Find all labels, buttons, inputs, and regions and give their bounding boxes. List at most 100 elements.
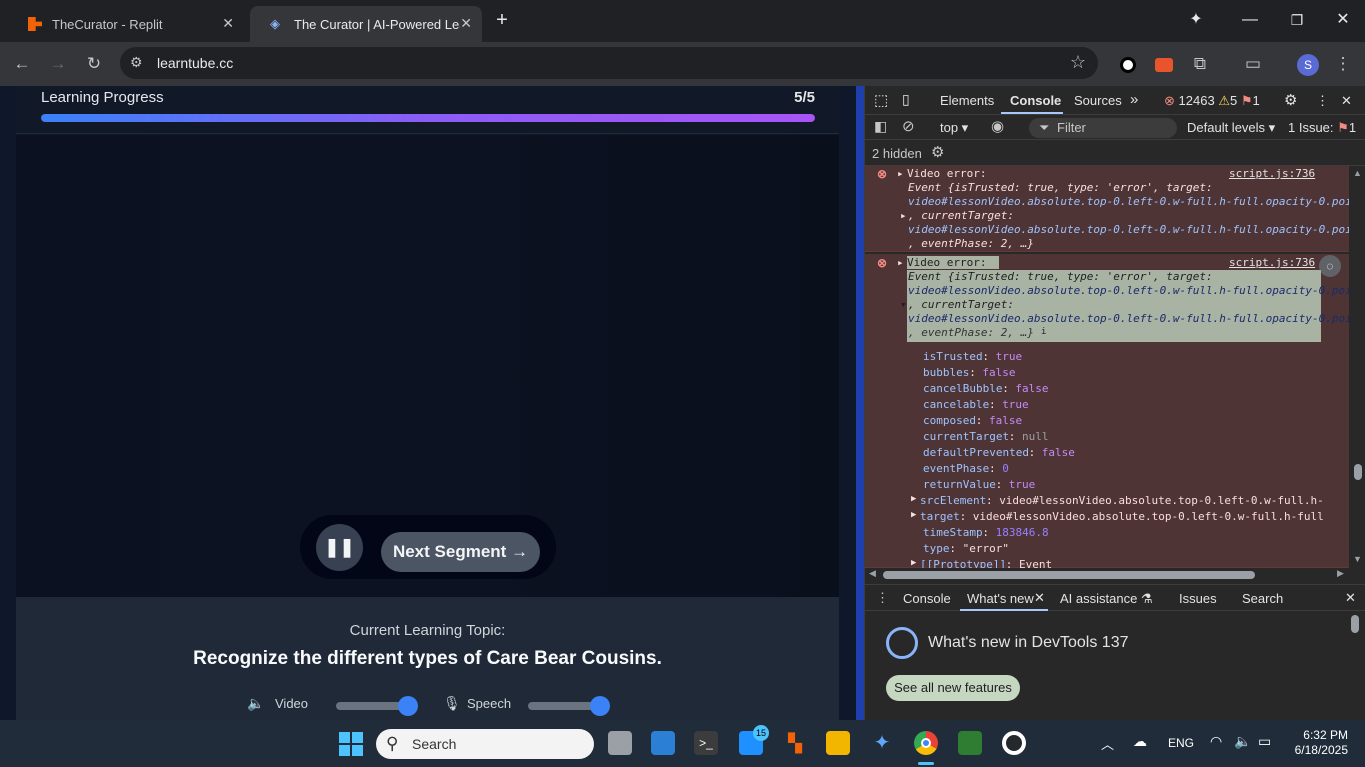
drawer-tab-whats-new[interactable]: What's new	[967, 591, 1034, 606]
filter-input[interactable]: ⏷ Filter	[1029, 118, 1177, 138]
console-settings-icon[interactable]: ⚙	[931, 143, 944, 161]
close-drawer-icon[interactable]: ✕	[1345, 590, 1356, 606]
close-tab-icon[interactable]: ✕	[222, 15, 234, 32]
settings-icon[interactable]: ⚙	[1284, 91, 1297, 109]
outlook-icon[interactable]: 15	[739, 725, 769, 755]
photos-icon[interactable]	[651, 731, 675, 755]
expand-triangle-icon[interactable]: ▶	[911, 510, 916, 520]
forward-icon[interactable]: →	[46, 52, 70, 76]
new-tab-button[interactable]: +	[488, 8, 516, 32]
close-devtools-icon[interactable]: ✕	[1341, 93, 1352, 109]
task-view-icon[interactable]	[608, 731, 632, 755]
next-segment-button[interactable]: Next Segment →	[381, 532, 540, 572]
extension-icon[interactable]	[1116, 52, 1140, 76]
speech-volume-slider[interactable]	[528, 696, 610, 716]
slider-knob[interactable]	[590, 696, 610, 716]
drawer-tab-ai-assistance[interactable]: AI assistance ⚗	[1060, 591, 1153, 607]
source-link[interactable]: script.js:736	[1229, 256, 1315, 269]
error-counter[interactable]: ⊗ 12463 ⚠5 ⚑1	[1164, 93, 1260, 109]
console-vertical-scrollbar[interactable]: ▲ ▼	[1349, 166, 1365, 582]
scroll-left-icon[interactable]: ◀	[869, 568, 876, 579]
maximize-button[interactable]: ❐	[1283, 8, 1311, 32]
tab-elements[interactable]: Elements	[940, 93, 994, 108]
device-toolbar-icon[interactable]: ▯	[902, 91, 910, 108]
wifi-icon[interactable]: ◠	[1210, 733, 1222, 750]
slider-knob[interactable]	[398, 696, 418, 716]
gemini-icon[interactable]: ✦	[1182, 8, 1210, 32]
chrome-icon[interactable]	[914, 731, 938, 755]
avatar[interactable]: S	[1296, 52, 1320, 76]
page-scrollbar[interactable]	[856, 86, 864, 720]
close-window-button[interactable]: ✕	[1329, 8, 1357, 32]
drawer-tab-issues[interactable]: Issues	[1179, 591, 1217, 606]
gemini-icon[interactable]: ✦	[870, 731, 894, 755]
terminal-icon[interactable]: >_	[694, 731, 718, 755]
log-levels-dropdown[interactable]: Default levels ▾	[1187, 120, 1275, 136]
topic-label: Current Learning Topic:	[349, 622, 506, 639]
battery-icon[interactable]: ▭	[1258, 733, 1271, 750]
menu-icon[interactable]: ⋮	[1331, 52, 1355, 76]
scrollbar-thumb[interactable]	[883, 571, 1255, 579]
console-error-entry[interactable]: ⊗ ▸ Video error: script.js:736 ◌ Event {…	[865, 254, 1349, 568]
github-icon[interactable]	[1002, 731, 1026, 755]
pause-button[interactable]: ❚❚	[316, 524, 363, 571]
file-explorer-icon[interactable]	[826, 731, 850, 755]
source-link[interactable]: script.js:736	[1229, 167, 1315, 180]
reload-icon[interactable]: ↻	[82, 52, 106, 76]
console-horizontal-scrollbar[interactable]: ◀ ▶	[865, 568, 1349, 582]
expand-triangle-icon[interactable]: ▸	[900, 209, 907, 222]
expand-triangle-icon[interactable]: ▶	[911, 558, 916, 568]
tray-chevron-icon[interactable]: ︿	[1101, 734, 1114, 753]
console-error-entry[interactable]: ⊗ ▸ Video error: script.js:736 Event {is…	[865, 166, 1349, 252]
context-selector[interactable]: top ▾	[940, 120, 968, 136]
taskbar-search[interactable]: ⚲ Search	[376, 729, 594, 759]
scroll-right-icon[interactable]: ▶	[1337, 568, 1344, 579]
info-icon[interactable]: i	[1041, 327, 1046, 337]
cast-icon[interactable]: ▭	[1241, 52, 1265, 76]
tab-curator[interactable]: ◈ The Curator | AI-Powered Learn ✕	[250, 6, 482, 42]
more-options-icon[interactable]: ⋮	[1316, 93, 1329, 109]
expand-triangle-icon[interactable]: ▸	[897, 167, 904, 180]
scroll-down-icon[interactable]: ▼	[1353, 554, 1362, 564]
scrollbar-thumb[interactable]	[1354, 464, 1362, 480]
inspect-icon[interactable]: ⬚	[874, 91, 888, 109]
property-value: 0	[1002, 462, 1009, 475]
volume-icon[interactable]: 🔈	[1234, 733, 1251, 750]
video-volume-slider[interactable]	[336, 696, 418, 716]
onedrive-icon[interactable]: ☁	[1133, 733, 1147, 750]
close-tab-icon[interactable]: ✕	[460, 15, 472, 32]
replit-icon[interactable]: ▚	[783, 731, 807, 755]
collapse-triangle-icon[interactable]: ▾	[900, 298, 907, 311]
expand-triangle-icon[interactable]: ▶	[911, 494, 916, 504]
bookmark-star-icon[interactable]: ☆	[1070, 52, 1086, 73]
language-indicator[interactable]: ENG	[1168, 736, 1194, 750]
more-tabs-icon[interactable]: »	[1130, 91, 1138, 108]
drawer-tab-console[interactable]: Console	[903, 591, 951, 606]
site-settings-icon[interactable]: ⚙	[130, 54, 143, 71]
issues-label: 1 Issue:	[1288, 120, 1334, 135]
clock[interactable]: 6:32 PM 6/18/2025	[1292, 728, 1348, 758]
drawer-menu-icon[interactable]: ⋮	[876, 590, 889, 606]
puzzle-icon[interactable]: ⧉	[1188, 52, 1212, 76]
expand-triangle-icon[interactable]: ▸	[897, 256, 904, 269]
tab-console[interactable]: Console	[1010, 93, 1061, 108]
notepad-icon[interactable]	[958, 731, 982, 755]
scroll-up-icon[interactable]: ▲	[1353, 168, 1362, 178]
minimize-button[interactable]: —	[1236, 8, 1264, 32]
drawer-tab-search[interactable]: Search	[1242, 591, 1283, 606]
see-all-features-button[interactable]: See all new features	[886, 675, 1020, 701]
clear-console-icon[interactable]: ⊘	[902, 117, 915, 135]
lightbulb-icon[interactable]: ◌	[1319, 255, 1341, 277]
address-bar[interactable]: ⚙ learntube.cc ☆	[120, 47, 1098, 79]
sidebar-toggle-icon[interactable]: ◧	[874, 118, 887, 135]
close-drawer-tab-icon[interactable]: ✕	[1034, 590, 1045, 606]
extension-icon[interactable]	[1152, 52, 1176, 76]
back-icon[interactable]: ←	[10, 52, 34, 76]
drawer-scrollbar-thumb[interactable]	[1351, 615, 1359, 633]
issues-button[interactable]: 1 Issue: ⚑1	[1288, 120, 1356, 136]
tab-sources[interactable]: Sources	[1074, 93, 1122, 108]
tab-replit[interactable]: TheCurator - Replit ✕	[8, 6, 244, 42]
windows-start-icon[interactable]	[339, 732, 363, 756]
live-expression-eye-icon[interactable]: ◉	[991, 117, 1004, 135]
lesson-video[interactable]: ❚❚ Next Segment →	[16, 135, 839, 597]
